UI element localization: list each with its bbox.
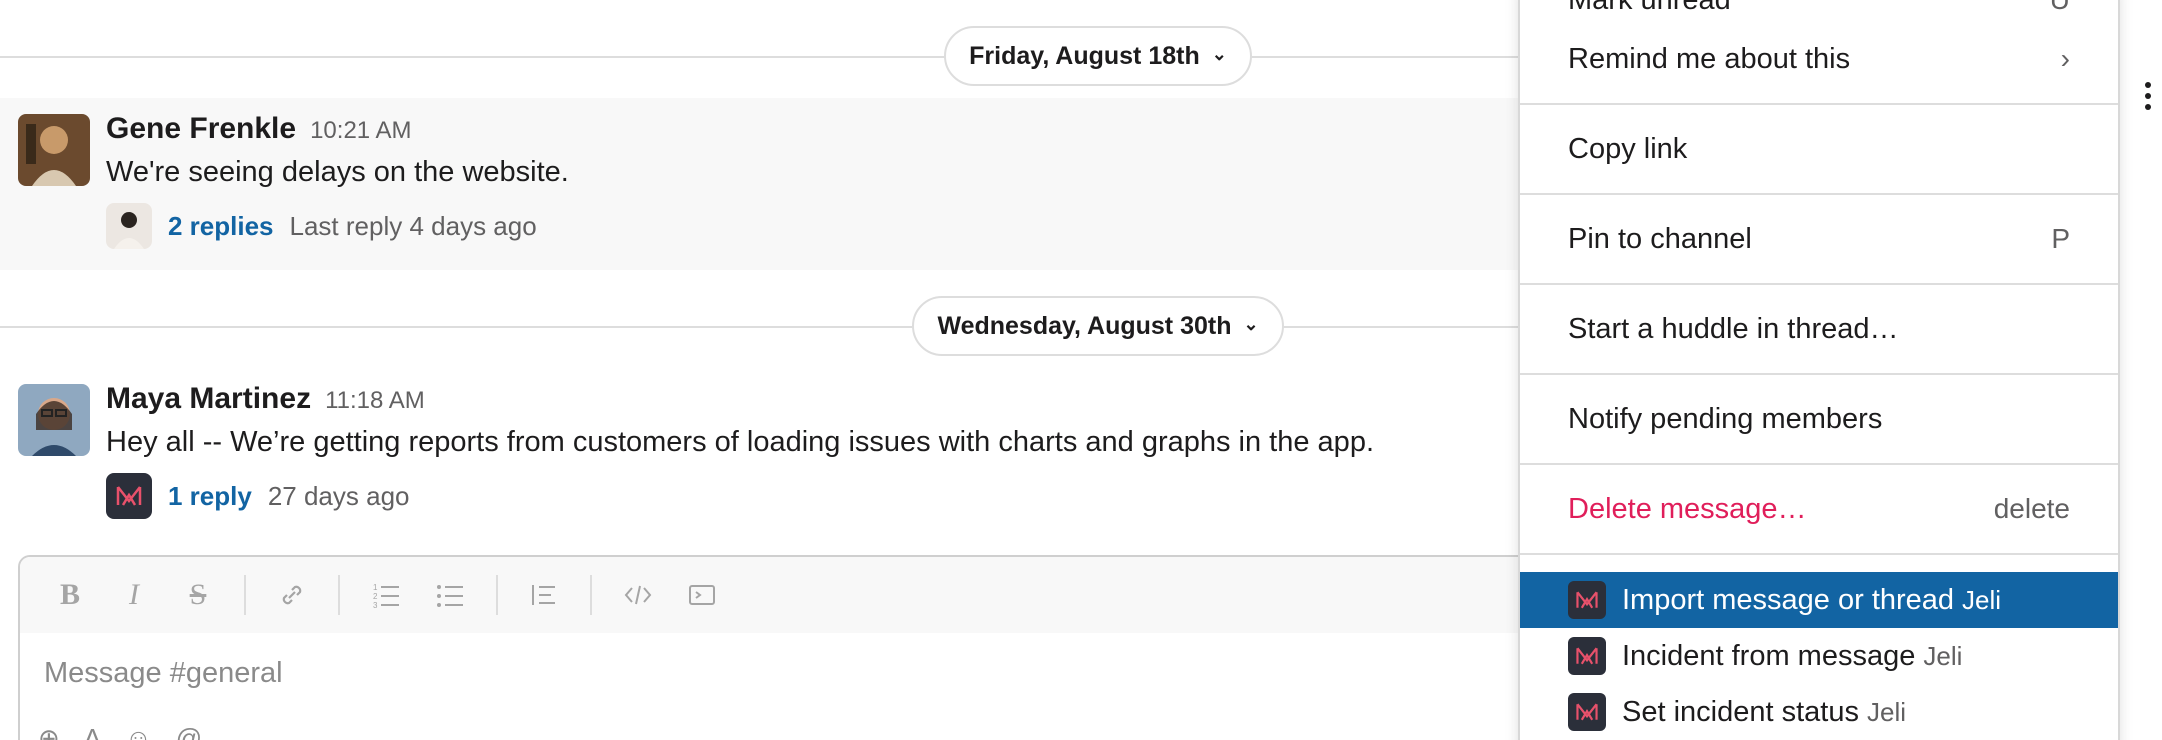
jeli-logo-icon <box>1576 591 1598 609</box>
app-action-label: Import message or thread <box>1622 583 1955 616</box>
menu-app-action-incident[interactable]: Incident from message Jeli <box>1520 628 2118 684</box>
date-divider-button[interactable]: Wednesday, August 30th ⌄ <box>912 296 1284 356</box>
menu-separator <box>1520 193 2118 195</box>
menu-item-label: Mark unread <box>1568 0 1731 17</box>
message-text: Hey all -- We’re getting reports from cu… <box>106 426 1374 458</box>
menu-item-label: Pin to channel <box>1568 222 1752 255</box>
avatar-photo-icon <box>106 203 152 249</box>
menu-item-copy-link[interactable]: Copy link <box>1520 121 2118 177</box>
chevron-down-icon: ⌄ <box>1243 313 1259 334</box>
menu-separator <box>1520 373 2118 375</box>
message-timestamp[interactable]: 11:18 AM <box>325 387 425 414</box>
date-divider-line <box>0 56 1520 58</box>
author-name[interactable]: Maya Martinez <box>106 382 311 415</box>
menu-separator <box>1520 553 2118 555</box>
jeli-app-icon <box>1568 637 1606 675</box>
jeli-app-icon <box>1568 693 1606 731</box>
last-reply-text: Last reply 4 days ago <box>289 210 537 241</box>
menu-separator <box>1520 283 2118 285</box>
message-item[interactable]: Maya Martinez 11:18 AM Hey all -- We’re g… <box>0 368 1520 540</box>
menu-item-label: Delete message… <box>1568 492 1807 525</box>
link-icon[interactable] <box>264 567 320 623</box>
message-item[interactable]: Gene Frenkle 10:21 AM We're seeing delays… <box>0 98 1520 270</box>
app-name-tag: Jeli <box>1923 640 1963 671</box>
menu-item-label: Start a huddle in thread… <box>1568 312 1899 345</box>
text-format-icon[interactable]: A <box>84 723 101 740</box>
menu-item-mark-unread[interactable]: Mark unread U <box>1520 0 2118 28</box>
jeli-app-icon <box>106 473 152 519</box>
menu-item-label: Remind me about this <box>1568 42 1851 75</box>
message-text: We're seeing delays on the website. <box>106 156 569 188</box>
toolbar-separator <box>244 575 246 615</box>
bulleted-list-icon[interactable] <box>422 567 478 623</box>
date-divider-label: Friday, August 18th <box>969 41 1200 70</box>
avatar[interactable] <box>18 114 90 186</box>
composer-actions: ⊕ A ☺ @ <box>38 723 202 740</box>
avatar-photo-icon <box>18 114 90 186</box>
menu-item-label: Notify pending members <box>1568 402 1883 435</box>
menu-item-label: Copy link <box>1568 132 1688 165</box>
replies-link[interactable]: 1 reply <box>168 481 252 512</box>
toolbar-separator <box>338 575 340 615</box>
bold-icon[interactable]: B <box>42 567 98 623</box>
message-context-menu: Mark unread U Remind me about this › Cop… <box>1518 0 2120 740</box>
thread-summary[interactable]: 1 reply 27 days ago <box>106 473 410 519</box>
mention-icon[interactable]: @ <box>176 723 202 740</box>
app-name-tag: Jeli <box>1866 696 1906 727</box>
app-name-tag: Jeli <box>1962 584 2002 615</box>
menu-item-remind[interactable]: Remind me about this › <box>1520 31 2118 87</box>
replies-link[interactable]: 2 replies <box>168 211 274 242</box>
app-action-label: Set incident status <box>1622 695 1859 728</box>
message-author[interactable]: Gene Frenkle 10:21 AM <box>106 112 411 146</box>
avatar-photo-icon <box>18 384 90 456</box>
app-action-label: Incident from message <box>1622 639 1916 672</box>
menu-separator <box>1520 103 2118 105</box>
plus-icon[interactable]: ⊕ <box>38 723 60 740</box>
svg-text:3: 3 <box>373 601 378 609</box>
emoji-icon[interactable]: ☺ <box>125 723 152 740</box>
strikethrough-icon[interactable]: S <box>170 567 226 623</box>
message-author[interactable]: Maya Martinez 11:18 AM <box>106 382 425 416</box>
italic-icon[interactable]: I <box>106 567 162 623</box>
blockquote-icon[interactable] <box>516 567 572 623</box>
menu-item-pin[interactable]: Pin to channel P <box>1520 211 2118 267</box>
chevron-right-icon: › <box>2060 43 2070 74</box>
date-divider-button[interactable]: Friday, August 18th ⌄ <box>944 26 1252 86</box>
jeli-logo-icon <box>1576 647 1598 665</box>
date-divider-line <box>0 326 1520 328</box>
jeli-app-icon <box>1568 581 1606 619</box>
menu-item-shortcut: P <box>2051 223 2070 254</box>
toolbar-separator <box>496 575 498 615</box>
menu-item-delete[interactable]: Delete message… delete <box>1520 481 2118 537</box>
chevron-down-icon: ⌄ <box>1211 43 1227 64</box>
menu-item-shortcut: delete <box>1993 493 2070 524</box>
menu-item-notify-pending[interactable]: Notify pending members <box>1520 391 2118 447</box>
jeli-logo-icon <box>116 486 142 506</box>
svg-text:2: 2 <box>373 592 378 601</box>
menu-app-action-status[interactable]: Set incident status Jeli <box>1520 684 2118 740</box>
thread-summary[interactable]: 2 replies Last reply 4 days ago <box>106 203 537 249</box>
menu-item-start-huddle[interactable]: Start a huddle in thread… <box>1520 301 2118 357</box>
svg-text:1: 1 <box>373 583 378 592</box>
message-timestamp[interactable]: 10:21 AM <box>310 117 411 144</box>
author-name[interactable]: Gene Frenkle <box>106 112 296 145</box>
message-input[interactable]: Message #general <box>44 657 283 690</box>
toolbar-separator <box>590 575 592 615</box>
jeli-logo-icon <box>1576 703 1598 721</box>
menu-item-shortcut: U <box>2050 0 2070 16</box>
code-icon[interactable] <box>610 567 666 623</box>
formatting-toolbar: B I S 123 <box>20 557 1536 633</box>
code-block-icon[interactable] <box>674 567 730 623</box>
last-reply-text: 27 days ago <box>267 480 410 511</box>
ordered-list-icon[interactable]: 123 <box>358 567 414 623</box>
menu-separator <box>1520 463 2118 465</box>
replier-avatar <box>106 203 152 249</box>
more-actions-icon[interactable] <box>2145 82 2151 110</box>
message-composer[interactable]: B I S 123 Message #general ⊕ A ☺ @ <box>18 555 1538 740</box>
menu-app-action-import[interactable]: Import message or thread Jeli <box>1520 572 2118 628</box>
avatar[interactable] <box>18 384 90 456</box>
date-divider-label: Wednesday, August 30th <box>937 311 1232 340</box>
